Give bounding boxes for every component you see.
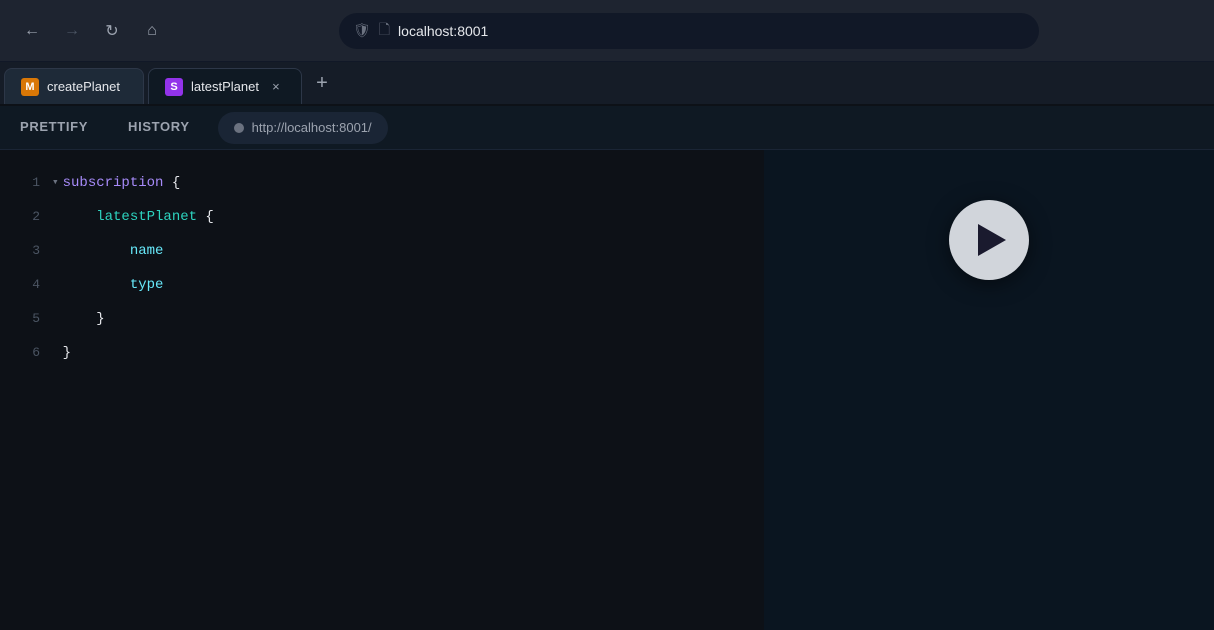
endpoint-status-dot bbox=[234, 123, 244, 133]
tabs-bar: M createPlanet S latestPlanet × + bbox=[0, 62, 1214, 106]
keyword-subscription: subscription bbox=[63, 166, 164, 200]
tab-label-latestplanet: latestPlanet bbox=[191, 79, 259, 94]
code-line-1: 1 ▾ subscription { bbox=[0, 166, 764, 200]
line-number-2: 2 bbox=[16, 200, 40, 234]
tab-favicon-latestplanet: S bbox=[165, 78, 183, 96]
line-toggle-5 bbox=[52, 302, 59, 336]
line-number-6: 6 bbox=[16, 336, 40, 370]
toolbar: PRETTIFY HISTORY http://localhost:8001/ bbox=[0, 106, 1214, 150]
code-line-4: 4 type bbox=[0, 268, 764, 302]
history-button[interactable]: HISTORY bbox=[108, 106, 210, 150]
line-number-4: 4 bbox=[16, 268, 40, 302]
brace-open-2: { bbox=[197, 200, 214, 234]
forward-button[interactable]: → bbox=[56, 15, 88, 47]
nav-buttons: ← → ↻ ⌂ bbox=[16, 15, 168, 47]
address-text: localhost:8001 bbox=[398, 23, 1025, 39]
keyword-latestplanet: latestPlanet bbox=[63, 200, 197, 234]
shield-icon: 🛡 bbox=[353, 22, 371, 39]
new-tab-button[interactable]: + bbox=[306, 67, 338, 99]
line-number-5: 5 bbox=[16, 302, 40, 336]
home-button[interactable]: ⌂ bbox=[136, 15, 168, 47]
brace-close-1: } bbox=[63, 302, 105, 336]
tab-createplanet[interactable]: M createPlanet bbox=[4, 68, 144, 104]
code-line-5: 5 } bbox=[0, 302, 764, 336]
line-toggle-3 bbox=[52, 234, 59, 268]
field-type: type bbox=[63, 268, 164, 302]
endpoint-url: http://localhost:8001/ bbox=[252, 120, 372, 135]
code-line-3: 3 name bbox=[0, 234, 764, 268]
tab-favicon-createplanet: M bbox=[21, 78, 39, 96]
right-panel bbox=[764, 150, 1214, 630]
line-toggle-4 bbox=[52, 268, 59, 302]
reload-button[interactable]: ↻ bbox=[96, 15, 128, 47]
line-number-1: 1 bbox=[16, 166, 40, 200]
editor-pane[interactable]: 1 ▾ subscription { 2 latestPlanet { 3 na… bbox=[0, 150, 764, 630]
line-toggle-6 bbox=[52, 336, 59, 370]
endpoint-pill[interactable]: http://localhost:8001/ bbox=[218, 112, 388, 144]
line-toggle-2 bbox=[52, 200, 59, 234]
code-line-6: 6 } bbox=[0, 336, 764, 370]
prettify-button[interactable]: PRETTIFY bbox=[0, 106, 108, 150]
code-line-2: 2 latestPlanet { bbox=[0, 200, 764, 234]
browser-chrome: ← → ↻ ⌂ 🛡 🗋 localhost:8001 bbox=[0, 0, 1214, 62]
line-number-3: 3 bbox=[16, 234, 40, 268]
brace-open-1: { bbox=[163, 166, 180, 200]
line-toggle-1[interactable]: ▾ bbox=[52, 166, 59, 200]
tab-label-createplanet: createPlanet bbox=[47, 79, 127, 94]
brace-close-2: } bbox=[63, 336, 71, 370]
tab-close-latestplanet[interactable]: × bbox=[267, 78, 285, 96]
page-icon: 🗋 bbox=[379, 19, 390, 43]
tab-latestplanet[interactable]: S latestPlanet × bbox=[148, 68, 302, 104]
editor-area: 1 ▾ subscription { 2 latestPlanet { 3 na… bbox=[0, 150, 1214, 630]
play-button[interactable] bbox=[949, 200, 1029, 280]
field-name: name bbox=[63, 234, 164, 268]
address-bar[interactable]: 🛡 🗋 localhost:8001 bbox=[339, 13, 1039, 49]
back-button[interactable]: ← bbox=[16, 15, 48, 47]
